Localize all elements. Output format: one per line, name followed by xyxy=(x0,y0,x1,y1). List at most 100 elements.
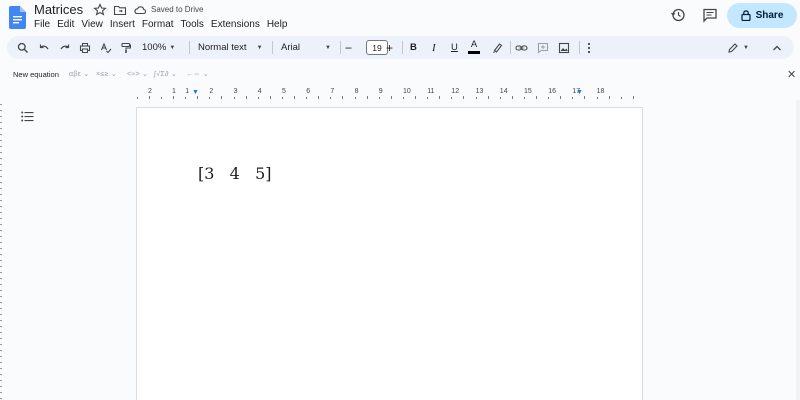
ruler-number: 7 xyxy=(330,88,335,95)
ruler-tick xyxy=(0,290,2,291)
more-vert-icon xyxy=(587,42,591,53)
formatting-toolbar: 100% ▼ Normal text ▼ Arial ▼ − 19 + B I U A… xyxy=(7,36,794,59)
menu-view[interactable]: View xyxy=(81,19,107,30)
zoom-select[interactable]: 100% ▼ xyxy=(142,41,175,54)
insert-image-button[interactable] xyxy=(558,41,570,54)
divider xyxy=(579,41,580,54)
comments-icon[interactable] xyxy=(702,7,718,23)
menu-insert[interactable]: Insert xyxy=(110,19,139,30)
insert-link-button[interactable] xyxy=(515,41,528,54)
ruler-tick xyxy=(160,97,162,99)
decrease-font-size-button[interactable]: − xyxy=(345,41,352,55)
ruler-tick xyxy=(221,96,223,99)
italic-button[interactable]: I xyxy=(432,41,436,54)
document-title[interactable]: Matrices xyxy=(34,2,83,17)
math-operators-label: ∫√Σ∂ xyxy=(154,71,169,78)
relations-menu[interactable]: <≈> ⌄ xyxy=(127,70,148,78)
menu-extensions[interactable]: Extensions xyxy=(211,19,264,30)
ruler-tick xyxy=(0,236,2,237)
style-value: Normal text xyxy=(198,42,247,53)
ruler-tick xyxy=(0,314,2,315)
vertical-scrollbar[interactable] xyxy=(796,100,800,400)
ruler-tick xyxy=(173,96,174,99)
ruler-tick xyxy=(608,96,610,99)
ruler-number: 8 xyxy=(354,88,359,95)
ruler-number: 11 xyxy=(427,88,435,95)
text-color-button[interactable]: A xyxy=(468,40,480,55)
style-select[interactable]: Normal text ▼ xyxy=(198,41,263,54)
editing-mode-button[interactable]: ▼ xyxy=(727,41,749,54)
menu-format[interactable]: Format xyxy=(142,19,178,30)
ruler-tick xyxy=(439,96,441,99)
ruler-tick xyxy=(499,97,501,99)
font-select[interactable]: Arial ▼ xyxy=(281,41,331,54)
ruler-number: 18 xyxy=(596,88,605,95)
chevron-down-icon: ▼ xyxy=(325,44,331,51)
matrix-equation[interactable]: [3 4 5] xyxy=(198,164,272,183)
document-page[interactable]: [3 4 5] xyxy=(136,107,643,400)
menu-help[interactable]: Help xyxy=(267,19,292,30)
right-indent-marker-icon[interactable]: ▼ xyxy=(576,89,583,96)
increase-font-size-button[interactable]: + xyxy=(386,41,393,55)
undo-button[interactable] xyxy=(38,41,50,54)
ruler-tick xyxy=(0,386,2,387)
ruler-tick xyxy=(294,96,295,99)
search-menus-button[interactable] xyxy=(17,41,29,54)
ruler-tick xyxy=(0,230,2,231)
menu-edit[interactable]: Edit xyxy=(57,19,78,30)
divider xyxy=(272,41,273,54)
link-icon xyxy=(515,44,528,51)
ruler-tick xyxy=(0,212,2,213)
ruler-tick xyxy=(0,338,2,339)
greek-letters-menu[interactable]: αβε ⌄ xyxy=(69,70,90,78)
ruler-tick xyxy=(415,96,416,99)
cloud-saved-icon[interactable] xyxy=(133,3,147,17)
horizontal-ruler[interactable]: 2 1 1 2 3 4 5 6 7 8 9 10 11 12 13 14 15 16 17 18 ▼ ▼ xyxy=(136,88,642,100)
ruler-tick xyxy=(0,200,2,201)
font-size-input[interactable]: 19 xyxy=(366,40,388,55)
ruler-tick xyxy=(0,140,2,141)
math-operators-menu[interactable]: ∫√Σ∂ ⌄ xyxy=(154,70,177,78)
redo-icon xyxy=(60,44,70,49)
version-history-icon[interactable] xyxy=(670,7,686,23)
document-outline-icon[interactable] xyxy=(21,111,34,122)
arrows-menu[interactable]: ←⇔ ⌄ xyxy=(186,70,209,78)
vertical-ruler[interactable] xyxy=(0,100,5,400)
insert-comment-button[interactable] xyxy=(537,41,549,54)
ruler-tick xyxy=(318,96,320,99)
close-icon[interactable]: ✕ xyxy=(787,68,796,81)
highlighter-icon xyxy=(493,42,503,53)
spellcheck-button[interactable] xyxy=(100,41,112,54)
misc-operations-menu[interactable]: ×≤≥ ⌄ xyxy=(96,70,117,78)
ruler-tick xyxy=(451,97,453,99)
indent-marker-icon[interactable]: ▼ xyxy=(192,89,199,96)
move-folder-icon[interactable] xyxy=(113,3,127,17)
search-icon xyxy=(17,42,28,53)
undo-icon xyxy=(39,44,49,49)
underline-button[interactable]: U xyxy=(451,41,458,54)
menu-tools[interactable]: Tools xyxy=(181,19,208,30)
ruler-tick xyxy=(0,122,2,123)
bold-button[interactable]: B xyxy=(410,41,417,54)
ruler-number: 3 xyxy=(233,88,238,95)
hide-menus-button[interactable] xyxy=(772,41,782,54)
new-equation-button[interactable]: New equation xyxy=(13,70,59,79)
redo-button[interactable] xyxy=(59,41,71,54)
ruler-number: 2 xyxy=(209,88,214,95)
docs-logo-icon[interactable] xyxy=(9,6,26,29)
highlight-color-button[interactable] xyxy=(491,41,503,54)
print-button[interactable] xyxy=(79,41,91,54)
ruler-tick xyxy=(0,380,2,381)
ruler-tick xyxy=(548,97,550,99)
divider xyxy=(402,41,403,54)
share-button[interactable]: Share xyxy=(727,3,797,28)
equation-toolbar: New equation αβε ⌄ ×≤≥ ⌄ <≈> ⌄ ∫√Σ∂ ⌄ ←⇔… xyxy=(0,66,800,84)
ruler-tick xyxy=(354,97,356,99)
star-icon[interactable] xyxy=(93,3,107,17)
paint-format-button[interactable] xyxy=(120,41,132,54)
more-options-button[interactable] xyxy=(587,41,591,54)
ruler-number: 12 xyxy=(451,88,460,95)
menu-file[interactable]: File xyxy=(34,19,54,30)
add-comment-icon xyxy=(537,42,549,54)
ruler-tick xyxy=(342,96,344,99)
